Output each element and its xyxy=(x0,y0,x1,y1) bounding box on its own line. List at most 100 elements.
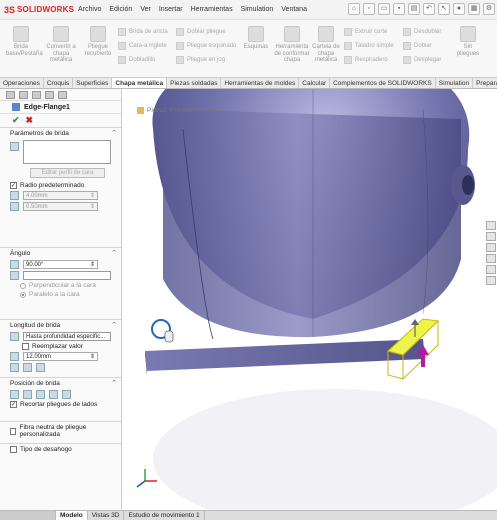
menu-item-insertar[interactable]: Insertar xyxy=(155,6,187,13)
sketched-bend-label: Doblar pliegue xyxy=(187,29,226,35)
parallel-radio[interactable] xyxy=(20,291,26,298)
custom-properties-icon[interactable] xyxy=(486,276,496,285)
base-flange-button[interactable]: Brida base/Pestaña xyxy=(6,26,43,57)
view-palette-icon[interactable] xyxy=(486,254,496,263)
spinner-icon[interactable]: ⇕ xyxy=(90,192,95,199)
tab-modelo[interactable]: Modelo xyxy=(56,511,88,520)
display-manager-icon[interactable] xyxy=(58,91,67,99)
appearances-icon[interactable] xyxy=(486,265,496,274)
tab-piezas-soldadas[interactable]: Piezas soldadas xyxy=(167,78,222,88)
material-outside-icon[interactable] xyxy=(23,390,32,399)
tab-calcular[interactable]: Calcular xyxy=(299,78,331,88)
simple-hole-button[interactable]: Taladro simple xyxy=(344,42,394,50)
menu-item-ver[interactable]: Ver xyxy=(136,6,155,13)
design-library-icon[interactable] xyxy=(486,232,496,241)
tab-superficies[interactable]: Superficies xyxy=(73,78,113,88)
collapse-chevron-icon[interactable]: ⌃ xyxy=(111,321,117,329)
material-inside-icon[interactable] xyxy=(10,390,19,399)
edge-flange-button[interactable]: Brida de arista xyxy=(118,28,168,36)
graphics-area[interactable]: Pieza2 (Predeterminado<... xyxy=(123,89,497,510)
dimxpert-icon[interactable] xyxy=(45,91,54,99)
drag-handle-head[interactable] xyxy=(411,319,419,325)
miter-flange-button[interactable]: Cara-a inglete xyxy=(118,42,167,50)
collapse-chevron-icon[interactable]: ⌃ xyxy=(111,249,117,257)
outer-virtual-sharp-icon[interactable] xyxy=(10,363,19,372)
default-radius-checkbox[interactable]: ✓ xyxy=(10,182,17,189)
collapse-chevron-icon[interactable]: ⌃ xyxy=(111,129,117,137)
feature-tree-icon[interactable] xyxy=(6,91,15,99)
inner-virtual-sharp-icon[interactable] xyxy=(23,363,32,372)
file-explorer-icon[interactable] xyxy=(486,243,496,252)
menu-item-edicion[interactable]: Edición xyxy=(105,6,136,13)
vent-button[interactable]: Respiradero xyxy=(344,56,388,64)
radius-input[interactable]: 4.00mm ⇕ xyxy=(23,191,98,200)
tab-preparacion[interactable]: Preparació... xyxy=(473,78,497,88)
thickness-input[interactable]: 0.50mm ⇕ xyxy=(23,202,98,211)
angle-reference-box[interactable] xyxy=(23,271,111,280)
neutral-fiber-checkbox[interactable] xyxy=(10,427,17,435)
ok-checkmark-icon[interactable]: ✔ xyxy=(12,115,20,126)
menu-item-ventana[interactable]: Ventana xyxy=(277,6,311,13)
gusset-button[interactable]: Cartela de chapa metálica xyxy=(312,26,340,64)
collapse-chevron-icon[interactable]: ⌃ xyxy=(111,379,117,387)
tab-herramientas-moldes[interactable]: Herramientas de moldes xyxy=(221,78,300,88)
home-icon[interactable]: ⌂ xyxy=(348,3,360,15)
select-icon[interactable]: ↖ xyxy=(438,3,450,15)
tab-operaciones[interactable]: Operaciones xyxy=(0,78,44,88)
tangent-bend-icon[interactable] xyxy=(36,363,45,372)
length-input[interactable]: 12.00mm ⇕ xyxy=(23,352,98,361)
forming-tool-button[interactable]: Herramienta de conformar chapa xyxy=(274,26,310,64)
tab-nav-arrows[interactable] xyxy=(0,511,56,520)
extruded-cut-button[interactable]: Extruir corte xyxy=(344,28,387,36)
fold-button[interactable]: Doblar xyxy=(403,42,432,50)
no-bends-button[interactable]: Sin pliegues xyxy=(456,26,480,57)
lofted-bend-button[interactable]: Pliegue recubierto xyxy=(84,26,112,57)
menu-item-herramientas[interactable]: Herramientas xyxy=(187,6,237,13)
angle-input[interactable]: 90.00° ⇕ xyxy=(23,260,98,269)
spinner-icon[interactable]: ⇕ xyxy=(90,261,95,268)
spinner-icon[interactable]: ⇕ xyxy=(90,353,95,360)
tab-croquis[interactable]: Croquis xyxy=(44,78,74,88)
resources-icon[interactable] xyxy=(486,221,496,230)
hem-button[interactable]: Dobladillo xyxy=(118,56,155,64)
trim-bends-checkbox[interactable]: ✓ xyxy=(10,401,17,408)
tab-estudio-movimiento[interactable]: Estudio de movimiento 1 xyxy=(124,511,205,520)
convert-sheet-metal-button[interactable]: Convertir a chapa metálica xyxy=(44,26,78,64)
tab-chapa-metalica[interactable]: Chapa metálica xyxy=(112,78,168,88)
replace-value-checkbox[interactable] xyxy=(22,343,29,350)
config-manager-icon[interactable] xyxy=(32,91,41,99)
direction-arrow[interactable] xyxy=(421,353,425,367)
tangent-bend-position-icon[interactable] xyxy=(62,390,71,399)
property-manager-icon[interactable] xyxy=(19,91,28,99)
sketched-bend-button[interactable]: Doblar pliegue xyxy=(176,28,226,36)
tab-simulation[interactable]: Simulation xyxy=(436,78,474,88)
perpendicular-radio[interactable] xyxy=(20,282,26,289)
end-condition-select[interactable]: Hasta profundidad especific... xyxy=(23,332,111,341)
edit-profile-button[interactable]: Editar perfil de cara xyxy=(30,168,105,178)
tab-vistas-3d[interactable]: Vistas 3D xyxy=(88,511,125,520)
corners-button[interactable]: Esquinas xyxy=(242,26,270,51)
save-icon[interactable]: ▪ xyxy=(393,3,405,15)
bend-outside-icon[interactable] xyxy=(36,390,45,399)
open-icon[interactable]: ▭ xyxy=(378,3,390,15)
edge-selection-box[interactable] xyxy=(23,140,111,164)
spinner-icon[interactable]: ⇕ xyxy=(90,203,95,210)
menu-item-archivo[interactable]: Archivo xyxy=(74,6,105,13)
undo-icon[interactable]: ↶ xyxy=(423,3,435,15)
menu-item-simulation[interactable]: Simulation xyxy=(237,6,278,13)
rebuild-icon[interactable]: ● xyxy=(453,3,465,15)
file-properties-icon[interactable]: ▦ xyxy=(468,3,480,15)
virtual-sharp-icon[interactable] xyxy=(49,390,58,399)
flatten-button[interactable]: Desplegar xyxy=(403,56,441,64)
jog-button[interactable]: Pliegue en jog xyxy=(176,56,225,64)
edge-bend-button[interactable]: Pliegue esquinado xyxy=(176,42,236,50)
unfold-button[interactable]: Desdoblar xyxy=(403,28,441,36)
new-document-icon[interactable]: ▫ xyxy=(363,3,375,15)
print-icon[interactable]: ▤ xyxy=(408,3,420,15)
breadcrumb[interactable]: Pieza2 (Predeterminado<... xyxy=(137,107,226,114)
options-icon[interactable]: ⚙ xyxy=(483,3,495,15)
cancel-x-icon[interactable]: ✖ xyxy=(26,115,34,126)
model-render[interactable] xyxy=(123,89,497,510)
relief-type-checkbox[interactable] xyxy=(10,446,17,453)
tab-complementos[interactable]: Complementos de SOLIDWORKS xyxy=(330,78,436,88)
